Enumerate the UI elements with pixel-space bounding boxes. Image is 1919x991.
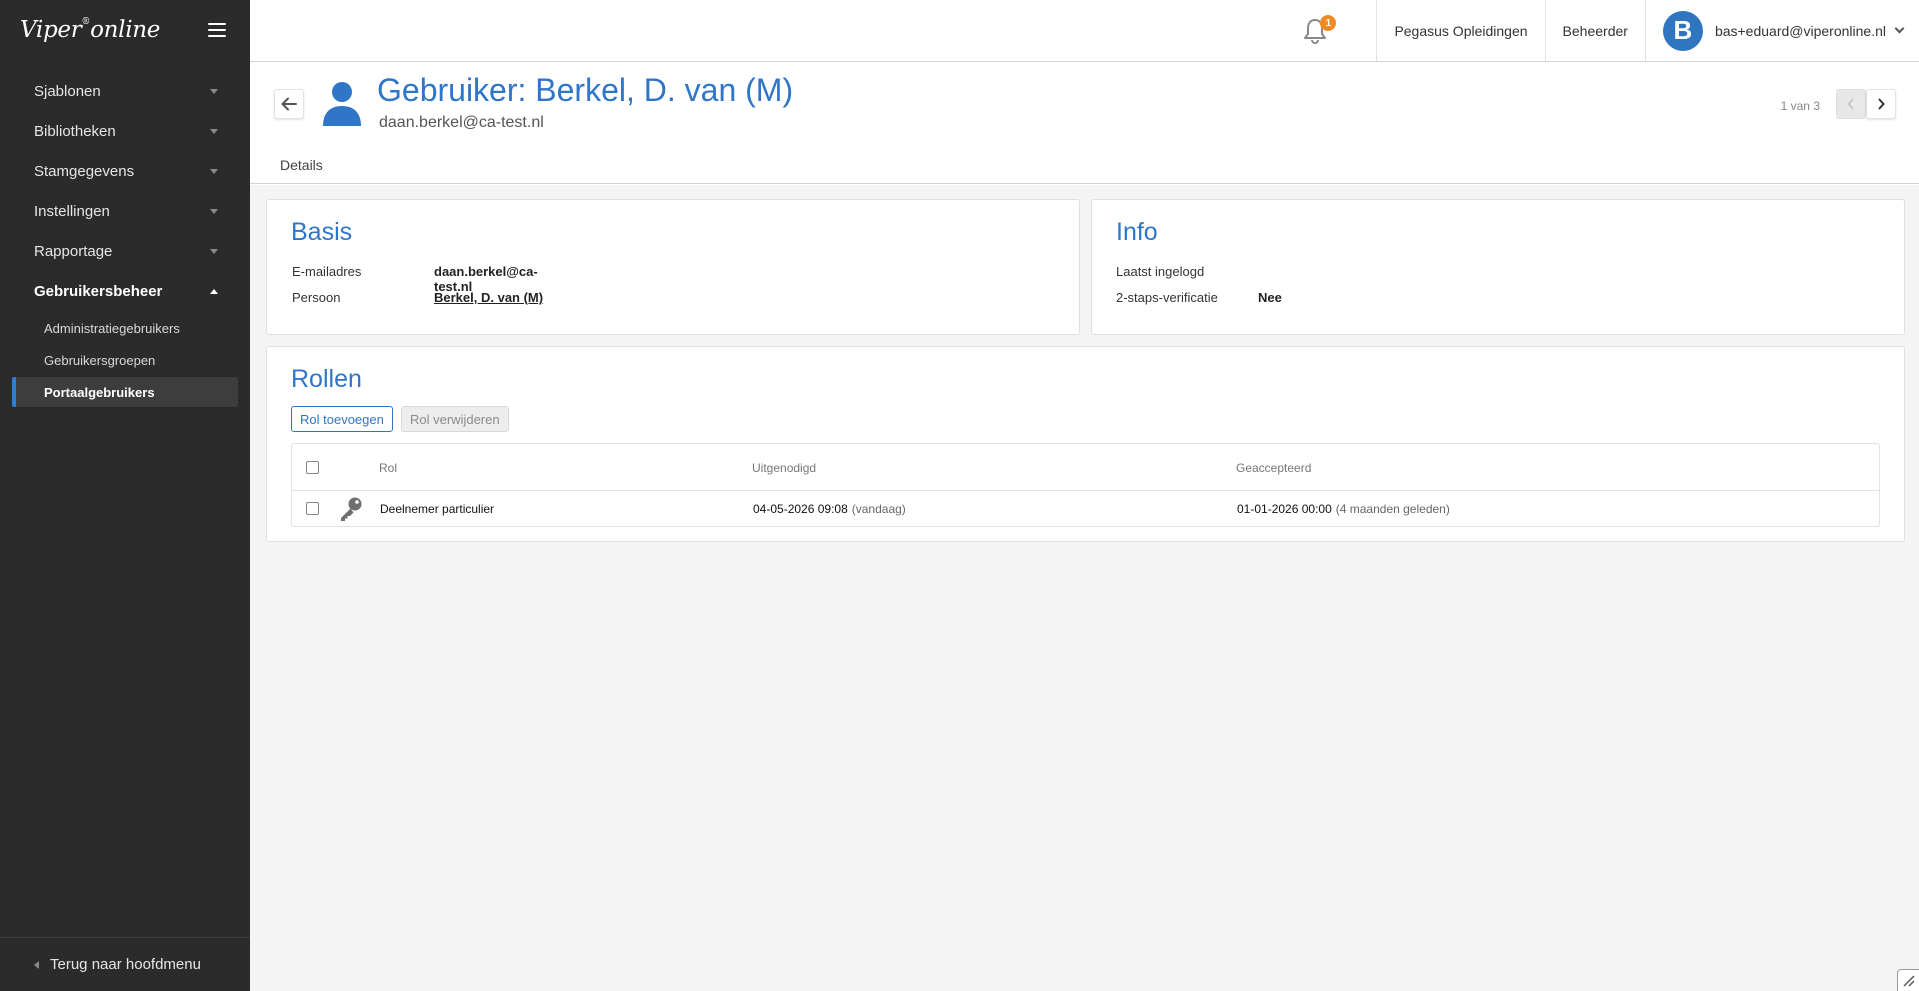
sidebar-item-bibliotheken[interactable]: Bibliotheken [0, 111, 250, 151]
sidebar-item-gebruikersbeheer[interactable]: Gebruikersbeheer [0, 271, 250, 311]
sidebar-item-label: Instellingen [34, 202, 110, 220]
rollen-title: Rollen [291, 365, 362, 393]
person-link[interactable]: Berkel, D. van (M) [434, 290, 543, 305]
table-header: Rol Uitgenodigd Geaccepteerd [292, 444, 1879, 491]
organisation-switcher[interactable]: Pegasus Opleidingen [1376, 0, 1544, 61]
resize-handle-icon[interactable] [1897, 969, 1919, 991]
notifications-button[interactable]: 1 [1270, 0, 1360, 61]
menu-toggle-icon[interactable] [208, 23, 226, 37]
user-menu[interactable]: B bas+eduard@viperonline.nl [1644, 0, 1919, 61]
sidebar-item-rapportage[interactable]: Rapportage [0, 231, 250, 271]
row-checkbox[interactable] [306, 502, 319, 515]
column-header-uitgenodigd: Uitgenodigd [752, 461, 817, 475]
pager-position: 1 van 3 [1780, 99, 1820, 113]
user-icon [323, 82, 361, 126]
caret-down-icon [210, 248, 218, 254]
caret-left-icon [34, 960, 39, 969]
sidebar-subitem-administratiegebruikers[interactable]: Administratiegebruikers [12, 313, 238, 343]
sidebar-item-label: Bibliotheken [34, 122, 116, 140]
notification-badge: 1 [1320, 15, 1337, 31]
column-header-rol: Rol [379, 461, 398, 475]
sidebar: Viper®online Sjablonen Bibliotheken Stam… [0, 0, 250, 991]
sidebar-subitem-gebruikersgroepen[interactable]: Gebruikersgroepen [12, 345, 238, 375]
caret-down-icon [210, 88, 218, 94]
sidebar-item-sjablonen[interactable]: Sjablonen [0, 71, 250, 111]
cell-geaccepteerd: 01-01-2026 00:00 (4 maanden geleden) [1237, 502, 1450, 516]
caret-down-icon [210, 208, 218, 214]
key-icon [341, 497, 362, 521]
sidebar-header: Viper®online [0, 0, 250, 60]
cell-rol: Deelnemer particulier [380, 502, 495, 516]
page-subtitle: daan.berkel@ca-test.nl [379, 114, 544, 131]
sidebar-subitem-portaalgebruikers[interactable]: Portaalgebruikers [12, 377, 238, 407]
back-to-main-menu-label: Terug naar hoofdmenu [50, 956, 201, 973]
next-record-button[interactable] [1866, 89, 1896, 119]
accepted-date: 01-01-2026 00:00 [1237, 502, 1332, 516]
add-role-button[interactable]: Rol toevoegen [291, 406, 393, 432]
caret-down-icon [210, 168, 218, 174]
sidebar-item-label: Stamgegevens [34, 162, 135, 180]
back-to-main-menu[interactable]: Terug naar hoofdmenu [0, 937, 250, 991]
rollen-card: Rollen Rol toevoegen Rol verwijderen Rol… [266, 346, 1905, 542]
sidebar-item-label: Rapportage [34, 242, 113, 260]
twofa-value: Nee [1258, 290, 1282, 305]
email-label: E-mailadres [292, 264, 362, 279]
column-header-geaccepteerd: Geaccepteerd [1236, 461, 1312, 475]
basis-card: Basis E-mailadres daan.berkel@ca-test.nl… [266, 199, 1080, 335]
basis-title: Basis [291, 218, 353, 246]
last-login-label: Laatst ingelogd [1116, 264, 1205, 279]
caret-up-icon [210, 288, 218, 294]
invited-date: 04-05-2026 09:08 [753, 502, 848, 516]
back-button[interactable] [274, 89, 304, 119]
info-card: Info Laatst ingelogd 2-staps-verificatie… [1091, 199, 1905, 335]
avatar: B [1662, 10, 1703, 51]
sidebar-item-label: Sjablonen [34, 82, 101, 100]
app-logo[interactable]: Viper®online [20, 17, 160, 43]
page-header: Gebruiker: Berkel, D. van (M) daan.berke… [250, 62, 1919, 184]
role-switcher[interactable]: Beheerder [1544, 0, 1645, 61]
caret-down-icon [210, 128, 218, 134]
sidebar-nav: Sjablonen Bibliotheken Stamgegevens Inst… [0, 71, 250, 407]
chevron-down-icon [1894, 23, 1905, 34]
chevron-left-icon [1847, 98, 1854, 110]
sidebar-item-stamgegevens[interactable]: Stamgegevens [0, 151, 250, 191]
twofa-row: 2-staps-verificatie Nee [1116, 290, 1282, 305]
remove-role-button[interactable]: Rol verwijderen [401, 406, 509, 432]
cell-uitgenodigd: 04-05-2026 09:08 (vandaag) [753, 502, 906, 516]
person-label: Persoon [292, 290, 341, 305]
person-row: Persoon Berkel, D. van (M) [292, 290, 543, 305]
page-title: Gebruiker: Berkel, D. van (M) [377, 72, 794, 108]
main-content: Basis E-mailadres daan.berkel@ca-test.nl… [250, 185, 1919, 991]
user-email: bas+eduard@viperonline.nl [1714, 22, 1886, 39]
sidebar-item-label: Gebruikersbeheer [34, 282, 163, 300]
email-row: E-mailadres daan.berkel@ca-test.nl [292, 264, 538, 294]
accepted-relative: (4 maanden geleden) [1335, 502, 1450, 516]
invited-relative: (vandaag) [851, 502, 906, 516]
previous-record-button[interactable] [1836, 89, 1866, 119]
tab-details[interactable]: Details [280, 157, 323, 173]
table-row[interactable]: Deelnemer particulier 04-05-2026 09:08 (v… [292, 491, 1879, 527]
info-title: Info [1116, 218, 1158, 246]
sidebar-item-instellingen[interactable]: Instellingen [0, 191, 250, 231]
topbar: 1 Pegasus Opleidingen Beheerder B bas+ed… [250, 0, 1919, 62]
select-all-checkbox[interactable] [306, 461, 319, 474]
twofa-label: 2-staps-verificatie [1116, 290, 1218, 305]
last-login-row: Laatst ingelogd [1116, 264, 1204, 279]
roles-table: Rol Uitgenodigd Geaccepteerd Deelnemer p… [291, 443, 1880, 527]
chevron-right-icon [1878, 98, 1885, 110]
arrow-left-icon [281, 97, 297, 111]
